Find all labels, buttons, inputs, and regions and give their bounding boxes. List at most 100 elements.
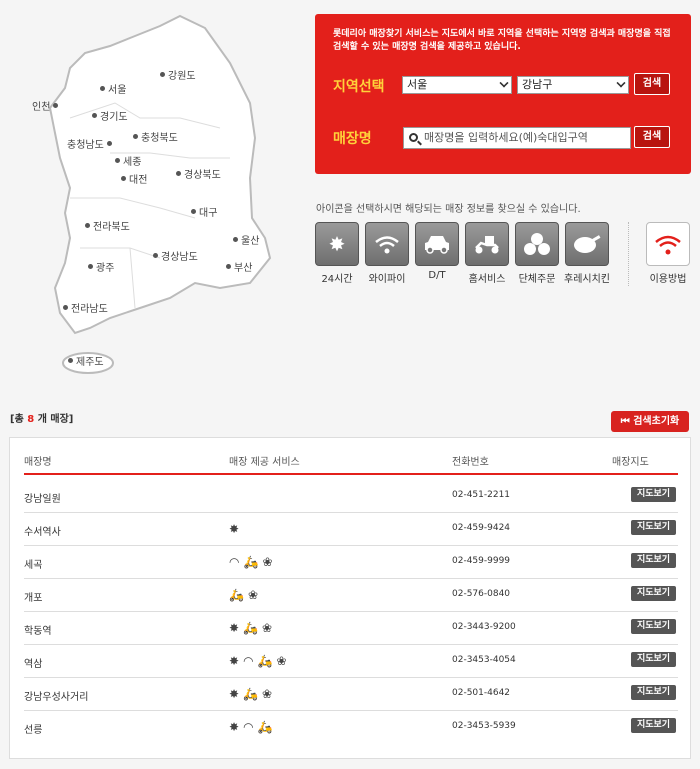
store-search-button[interactable]: 검색 (634, 126, 670, 148)
district-select-value: 강남구 (522, 78, 553, 91)
store-name: 수서역사 (24, 527, 61, 538)
reset-search-button[interactable]: ⏮ 검색초기화 (611, 411, 689, 432)
table-row: 세곡 ◠ 🛵 ❀ 02-459-9999 지도보기 (24, 546, 678, 579)
usage-guide[interactable]: 이용방법 (645, 222, 691, 285)
view-map-button[interactable]: 지도보기 (631, 718, 676, 733)
store-name: 선릉 (24, 725, 43, 736)
service-icons: ✸ (229, 522, 239, 536)
store-phone: 02-501-4642 (452, 688, 511, 698)
view-map-button[interactable]: 지도보기 (631, 685, 676, 700)
result-count: [총 8 개 매장] (10, 410, 73, 425)
district-select[interactable]: 강남구 (517, 76, 629, 94)
group-icon: ❀ (262, 621, 273, 635)
group-icon: ❀ (276, 654, 287, 668)
region-ulsan[interactable]: 울산 (233, 232, 259, 247)
region-jeonnam[interactable]: 전라남도 (63, 300, 108, 315)
count-number: 8 (27, 414, 35, 425)
region-chungbuk[interactable]: 충청북도 (133, 129, 178, 144)
star-burst-icon: ✸ (229, 687, 240, 701)
table-row: 역삼 ✸ ◠ 🛵 ❀ 02-3453-4054 지도보기 (24, 645, 678, 678)
table-row: 강남우성사거리 ✸ 🛵 ❀ 02-501-4642 지도보기 (24, 678, 678, 711)
region-daegu[interactable]: 대구 (191, 204, 217, 219)
region-sejong[interactable]: 세종 (115, 153, 141, 168)
region-search-button[interactable]: 검색 (634, 73, 670, 95)
group-icon: ❀ (262, 687, 273, 701)
wifi-icon (365, 222, 409, 266)
region-incheon[interactable]: 인천 (32, 98, 59, 113)
chicken-icon (565, 222, 609, 266)
store-name: 개포 (24, 593, 43, 604)
store-name: 강남일원 (24, 494, 61, 505)
store-phone: 02-459-9999 (452, 556, 511, 566)
header-phone: 전화번호 (452, 457, 489, 468)
store-table: 매장명 매장 제공 서비스 전화번호 매장지도 강남일원 02-451-2211… (9, 437, 691, 759)
region-gwangju[interactable]: 광주 (88, 259, 114, 274)
store-phone: 02-459-9424 (452, 523, 511, 533)
region-select-label: 지역선택 (333, 79, 385, 95)
service-label: D/T (428, 270, 446, 281)
service-label: 와이파이 (368, 274, 406, 285)
service-icons: ✸ ◠ 🛵 (229, 720, 273, 734)
header-services: 매장 제공 서비스 (229, 457, 300, 468)
service-label: 후레시치킨 (564, 274, 610, 285)
city-select-value: 서울 (407, 78, 428, 91)
scooter-icon: 🛵 (243, 687, 259, 701)
reset-label: 검색초기화 (633, 416, 680, 427)
count-prefix: [총 (10, 414, 24, 425)
chevron-down-icon (499, 78, 509, 88)
store-name: 학동역 (24, 626, 52, 637)
region-gyeonggi[interactable]: 경기도 (92, 108, 128, 123)
store-name-input[interactable]: 매장명을 입력하세요(예)숙대입구역 (403, 127, 631, 149)
star-burst-icon: ✸ (229, 621, 240, 635)
store-name-label: 매장명 (333, 131, 372, 147)
group-icon (515, 222, 559, 266)
region-busan[interactable]: 부산 (226, 259, 252, 274)
service-drive-thru[interactable]: D/T (414, 222, 460, 281)
view-map-button[interactable]: 지도보기 (631, 652, 676, 667)
store-name: 강남우성사거리 (24, 692, 89, 703)
scooter-icon (465, 222, 509, 266)
service-icons: ✸ 🛵 ❀ (229, 687, 272, 701)
service-fresh-chicken[interactable]: 후레시치킨 (564, 222, 610, 285)
scooter-icon: 🛵 (229, 588, 244, 602)
region-gyeongbuk[interactable]: 경상북도 (176, 166, 221, 181)
scooter-icon: 🛵 (257, 654, 273, 668)
korea-region-map[interactable] (10, 8, 300, 388)
table-row: 학동역 ✸ 🛵 ❀ 02-3443-9200 지도보기 (24, 612, 678, 645)
service-label: 이용방법 (649, 274, 687, 285)
region-gyeongnam[interactable]: 경상남도 (153, 248, 198, 263)
city-select[interactable]: 서울 (402, 76, 512, 94)
car-icon (415, 222, 459, 266)
search-icon (409, 133, 418, 142)
header-map: 매장지도 (612, 457, 649, 468)
divider (628, 222, 629, 286)
region-seoul[interactable]: 서울 (100, 81, 126, 96)
view-map-button[interactable]: 지도보기 (631, 619, 676, 634)
service-group-order[interactable]: 단체주문 (514, 222, 560, 285)
service-label: 24시간 (321, 274, 353, 285)
view-map-button[interactable]: 지도보기 (631, 586, 676, 601)
region-chungnam[interactable]: 충청남도 (67, 136, 112, 151)
region-daejeon[interactable]: 대전 (121, 171, 147, 186)
service-home-delivery[interactable]: 홈서비스 (464, 222, 510, 285)
star-burst-icon: ✸ (315, 222, 359, 266)
service-wifi[interactable]: 와이파이 (364, 222, 410, 285)
korea-map-shape (48, 14, 272, 374)
service-icons: ◠ 🛵 ❀ (229, 555, 273, 569)
wifi-icon: ◠ (243, 654, 254, 668)
view-map-button[interactable]: 지도보기 (631, 553, 676, 568)
table-row: 강남일원 02-451-2211 지도보기 (24, 480, 678, 513)
region-jeonbuk[interactable]: 전라북도 (85, 218, 130, 233)
view-map-button[interactable]: 지도보기 (631, 520, 676, 535)
skip-back-icon: ⏮ (620, 416, 630, 427)
store-phone: 02-3443-9200 (452, 622, 516, 632)
region-gangwon[interactable]: 강원도 (160, 67, 196, 82)
service-icons: ✸ 🛵 ❀ (229, 621, 272, 635)
wifi-icon: ◠ (243, 720, 254, 734)
view-map-button[interactable]: 지도보기 (631, 487, 676, 502)
region-jeju[interactable]: 제주도 (68, 353, 104, 368)
store-search-panel: 롯데리아 매장찾기 서비스는 지도에서 바로 지역을 선택하는 지역명 검색과 … (315, 14, 691, 174)
star-burst-icon: ✸ (229, 522, 240, 536)
service-24h[interactable]: ✸ 24시간 (314, 222, 360, 285)
wifi-icon: ◠ (229, 555, 240, 569)
